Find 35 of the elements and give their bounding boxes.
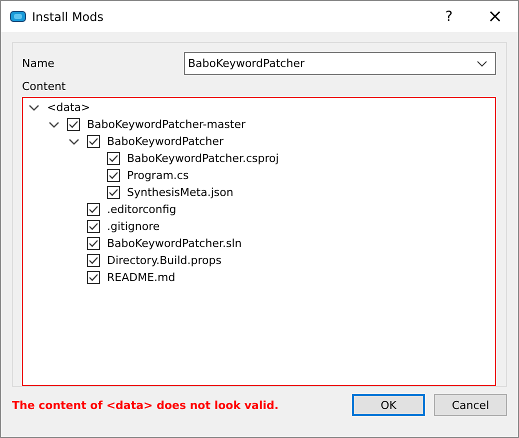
error-message: The content of <data> does not look valid. <box>12 398 280 412</box>
checkbox[interactable] <box>87 135 100 148</box>
tree-item[interactable]: BaboKeywordPatcher.sln <box>107 237 242 250</box>
cancel-button[interactable]: Cancel <box>434 394 507 416</box>
tree-item[interactable]: BaboKeywordPatcher.csproj <box>127 152 279 165</box>
help-button[interactable]: ? <box>426 1 472 32</box>
checkbox[interactable] <box>107 152 120 165</box>
tree-item[interactable]: .gitignore <box>107 220 160 233</box>
name-dropdown[interactable]: BaboKeywordPatcher <box>184 52 496 75</box>
chevron-down-icon <box>477 60 487 66</box>
tree-item[interactable]: Program.cs <box>127 169 189 182</box>
checkbox[interactable] <box>87 220 100 233</box>
chevron-down-icon[interactable] <box>49 122 59 128</box>
name-label: Name <box>22 57 56 70</box>
chevron-down-icon[interactable] <box>69 138 79 144</box>
checkbox[interactable] <box>107 186 120 199</box>
checkbox[interactable] <box>87 254 100 267</box>
window-title: Install Mods <box>32 10 105 24</box>
content-label: Content <box>22 80 67 93</box>
close-button[interactable]: × <box>472 1 518 32</box>
checkbox[interactable] <box>107 169 120 182</box>
tree-item[interactable]: README.md <box>107 271 176 284</box>
checkbox[interactable] <box>87 271 100 284</box>
tree-item[interactable]: SynthesisMeta.json <box>127 186 234 199</box>
tree-item[interactable]: BaboKeywordPatcher <box>107 135 224 148</box>
ok-button[interactable]: OK <box>352 394 425 416</box>
checkbox[interactable] <box>67 118 80 131</box>
chevron-down-icon[interactable] <box>29 104 39 110</box>
app-icon <box>10 11 26 22</box>
tree-item[interactable]: <data> <box>47 101 90 114</box>
checkbox[interactable] <box>87 237 100 250</box>
checkbox[interactable] <box>87 203 100 216</box>
tree-item[interactable]: .editorconfig <box>107 203 176 216</box>
tree-item[interactable]: BaboKeywordPatcher-master <box>87 118 246 131</box>
tree-item[interactable]: Directory.Build.props <box>107 254 222 267</box>
